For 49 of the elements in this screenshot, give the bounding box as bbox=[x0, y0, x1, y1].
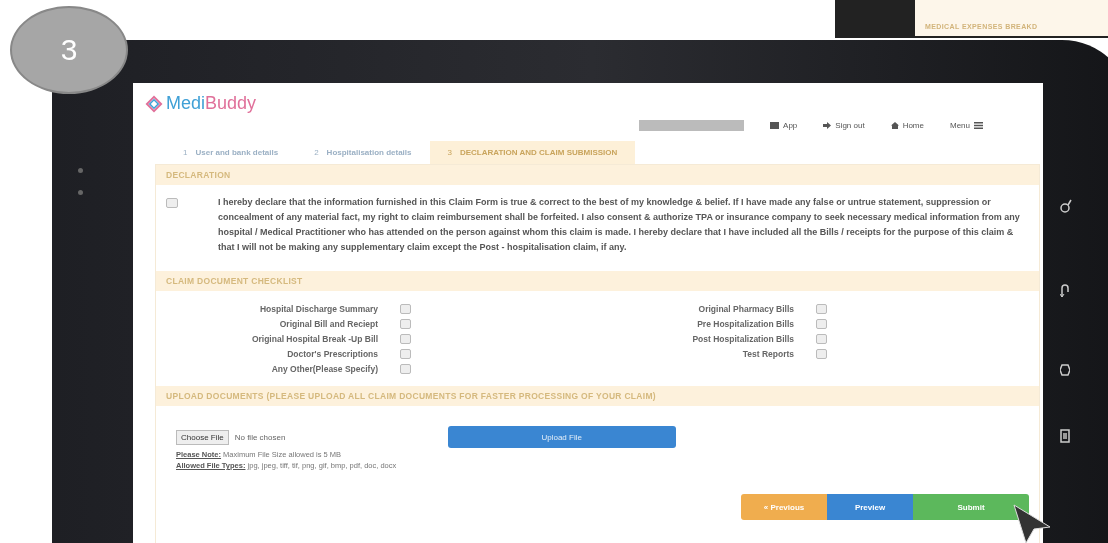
choose-file-button[interactable]: Choose File bbox=[176, 429, 229, 445]
back-icon[interactable] bbox=[1060, 283, 1070, 297]
checkbox[interactable] bbox=[400, 303, 411, 314]
checkbox[interactable] bbox=[816, 348, 827, 359]
section-heading: CLAIM DOCUMENT CHECKLIST bbox=[156, 271, 1039, 291]
checklist-label: Original Pharmacy Bills bbox=[698, 303, 794, 314]
checklist-label: Doctor's Prescriptions bbox=[287, 348, 378, 359]
checklist-label: Test Reports bbox=[742, 348, 794, 359]
checkbox[interactable] bbox=[816, 318, 827, 329]
camera-icon bbox=[78, 168, 83, 173]
menu-icon bbox=[974, 122, 983, 129]
checkbox[interactable] bbox=[816, 303, 827, 314]
recent-apps-icon[interactable] bbox=[1060, 429, 1070, 443]
checklist-label: Post Hospitalization Bills bbox=[692, 333, 794, 344]
step-tab[interactable]: 1 User and bank details bbox=[165, 141, 297, 164]
sensor-icon bbox=[78, 190, 83, 195]
checkbox[interactable] bbox=[166, 198, 178, 208]
declaration-text: I hereby declare that the information furnished in this Claim Form is true & correct to the best of my knowledge & belief. If I have made any false or untrue statement, suppression or concealment of any material fact, my right to claim reimbursement shall be forfeited. I also consent & authorize TPA or insurance company to seek necessary medical information from any hospital / Medical Practitioner who has attended on the person against whom this claim is made. I hereby declare that I have included all the Bills / receipts for the purpose of this claim & that I will not be making any supplementary claim except the Post - hospitalisation claim, if any. bbox=[218, 196, 1021, 254]
file-status: No file chosen bbox=[234, 432, 287, 442]
checkbox[interactable] bbox=[400, 348, 411, 359]
checklist-label: Original Bill and Reciept bbox=[279, 318, 378, 329]
step-badge: 3 bbox=[10, 6, 128, 94]
checkbox[interactable] bbox=[400, 363, 411, 374]
logo-icon bbox=[145, 94, 163, 113]
checklist-label: Original Hospital Break -Up Bill bbox=[251, 333, 378, 344]
nav-link[interactable]: Home bbox=[890, 121, 924, 130]
search-icon[interactable] bbox=[1060, 199, 1072, 213]
submit-button[interactable]: Submit bbox=[913, 494, 1029, 520]
logo-text: Medi bbox=[166, 93, 205, 113]
previous-button[interactable]: « Previous bbox=[741, 494, 827, 520]
checklist-label: Any Other(Please Specify) bbox=[271, 363, 378, 374]
checkbox[interactable] bbox=[400, 333, 411, 344]
section-heading: UPLOAD DOCUMENTS (PLEASE UPLOAD ALL CLAIM DOCUMENTS FOR FASTER PROCESSING OF YOUR CLAIM) bbox=[156, 386, 1039, 406]
nav-link[interactable]: Sign out bbox=[823, 121, 865, 130]
grid-icon bbox=[770, 122, 780, 129]
checklist-label: Hospital Discharge Summary bbox=[259, 303, 378, 314]
nav-link[interactable]: App bbox=[770, 121, 798, 130]
cursor-icon bbox=[1012, 503, 1052, 543]
step-tab[interactable]: 2 Hospitalisation details bbox=[296, 141, 430, 164]
step-tab[interactable]: 3 DECLARATION AND CLAIM SUBMISSION bbox=[429, 141, 636, 164]
preview-button[interactable]: Preview bbox=[827, 494, 913, 520]
upload-button[interactable]: Upload File bbox=[447, 426, 676, 448]
sign-out-icon bbox=[823, 122, 832, 129]
nav-link[interactable]: Menu bbox=[950, 121, 983, 130]
checkbox[interactable] bbox=[400, 318, 411, 329]
logo-text: Buddy bbox=[205, 93, 257, 113]
section-heading: DECLARATION bbox=[156, 165, 1039, 185]
checkbox[interactable] bbox=[816, 333, 827, 344]
checklist-label: Pre Hospitalization Bills bbox=[697, 318, 794, 329]
